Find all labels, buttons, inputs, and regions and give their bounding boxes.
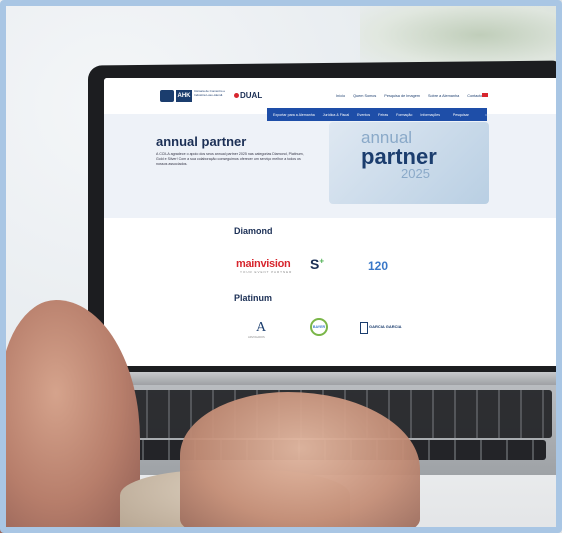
ahk-emblem-icon (160, 90, 174, 102)
laptop-screen: AHK Câmara de Comércio e Indústria Luso-… (104, 78, 562, 366)
garcia-emblem-icon (360, 322, 368, 334)
mainvision-tagline: YOUR EVENT PARTNER (240, 270, 293, 274)
nav-eventos[interactable]: Eventos (357, 113, 370, 117)
dual-logo-text: DUAL (240, 91, 263, 100)
nav-quem-somos[interactable]: Quem Somos (353, 94, 376, 98)
hero-description: A CCILA agradece o apoio dos seus annual… (156, 152, 304, 166)
top-nav: Início Quem Somos Pesquisa de Imagem Sob… (336, 94, 484, 98)
main-nav-bar: Exportar para a Alemanha Jurídica & Fisc… (267, 108, 487, 121)
nav-pesquisar[interactable]: Pesquisar (453, 113, 469, 117)
search-icon[interactable]: ○ (485, 113, 487, 117)
nav-informacoes[interactable]: Informações (420, 113, 440, 117)
nav-inicio[interactable]: Início (336, 94, 345, 98)
splus-letter: S (310, 256, 320, 272)
annual-partner-banner: annual partner 2025 (329, 122, 489, 204)
logo-120[interactable]: 120 (368, 259, 388, 273)
logo-bayer[interactable]: BAYER (310, 318, 328, 336)
logo-a-subtitle: ADVOGADOS (248, 336, 265, 339)
dual-logo[interactable]: DUAL (234, 91, 262, 100)
partners-section (104, 218, 562, 366)
nav-feiras[interactable]: Feiras (378, 113, 388, 117)
logo-splus[interactable]: S+ (310, 256, 324, 272)
nav-exportar[interactable]: Exportar para a Alemanha (273, 113, 315, 117)
logo-mainvision[interactable]: mainvision (236, 258, 291, 270)
nav-juridica[interactable]: Jurídica & Fiscal (323, 113, 349, 117)
ahk-logo[interactable]: AHK (176, 90, 192, 102)
ahk-org-text: Câmara de Comércio e Indústria Luso-Alem… (194, 89, 226, 97)
logo-a[interactable]: A (256, 320, 266, 336)
section-title-platinum: Platinum (234, 293, 273, 303)
language-flag-icon[interactable] (482, 93, 488, 97)
nav-formacao[interactable]: Formação (396, 113, 412, 117)
nav-sobre-alemanha[interactable]: Sobre a Alemanha (428, 94, 459, 98)
banner-line-year: 2025 (401, 166, 430, 181)
background-plant (360, 0, 560, 70)
logo-garcia-garcia[interactable]: GARCIA GARCIA (369, 324, 402, 329)
page-title: annual partner (156, 134, 247, 149)
nav-pesquisa-imagem[interactable]: Pesquisa de Imagem (384, 94, 420, 98)
dual-dot-icon (234, 93, 239, 99)
section-title-diamond: Diamond (234, 226, 273, 236)
photo-scene: AHK Câmara de Comércio e Indústria Luso-… (0, 0, 562, 533)
splus-mark: + (319, 256, 325, 266)
